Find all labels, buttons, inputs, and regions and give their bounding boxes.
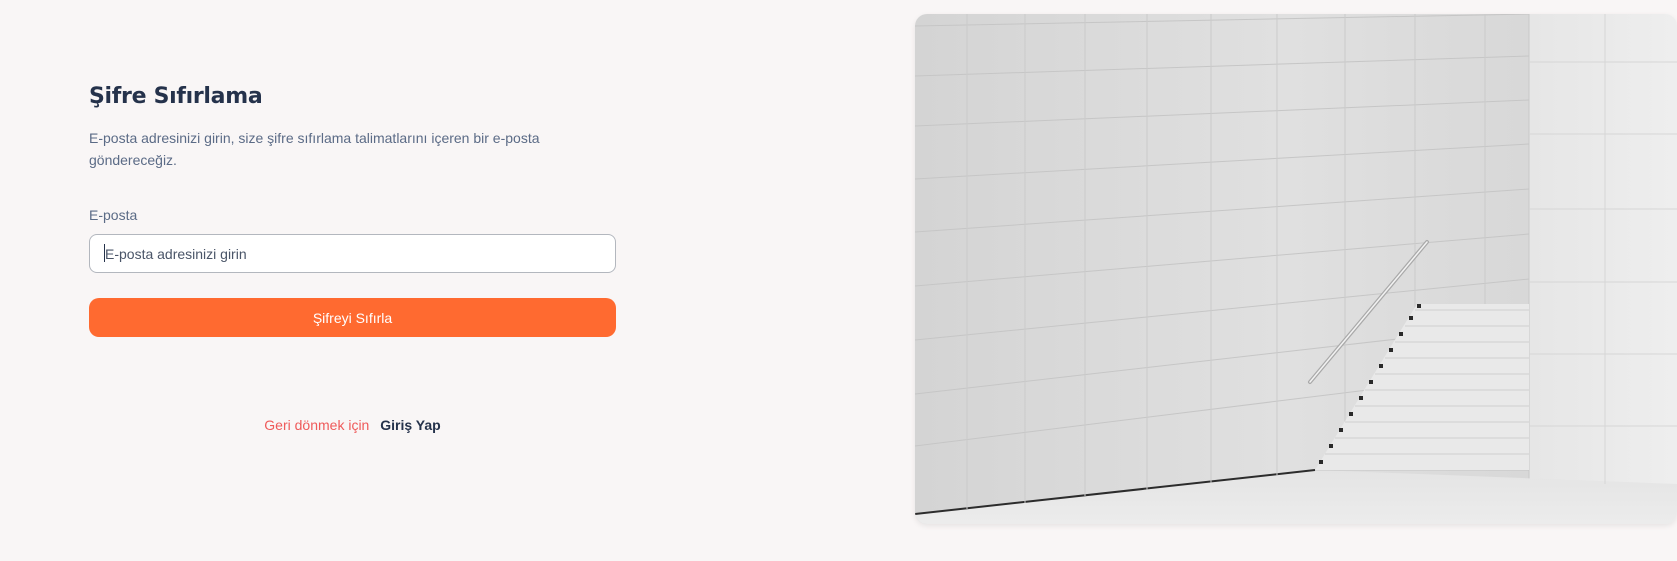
- back-text: Geri dönmek için: [264, 417, 370, 433]
- back-to-login-row: Geri dönmek için Giriş Yap: [89, 417, 616, 433]
- email-label: E-posta: [89, 207, 138, 223]
- email-input[interactable]: [89, 234, 616, 273]
- password-reset-page: Şifre Sıfırlama E-posta adresinizi girin…: [0, 0, 1677, 561]
- form-description: E-posta adresinizi girin, size şifre sıf…: [89, 130, 540, 168]
- login-link[interactable]: Giriş Yap: [380, 417, 440, 433]
- page-title: Şifre Sıfırlama: [89, 84, 263, 109]
- hero-image: [915, 14, 1677, 524]
- reset-form: Şifre Sıfırlama E-posta adresinizi girin…: [89, 0, 616, 561]
- text-caret: [104, 244, 105, 262]
- staircase-illustration: [915, 14, 1677, 524]
- reset-password-button[interactable]: Şifreyi Sıfırla: [89, 298, 616, 337]
